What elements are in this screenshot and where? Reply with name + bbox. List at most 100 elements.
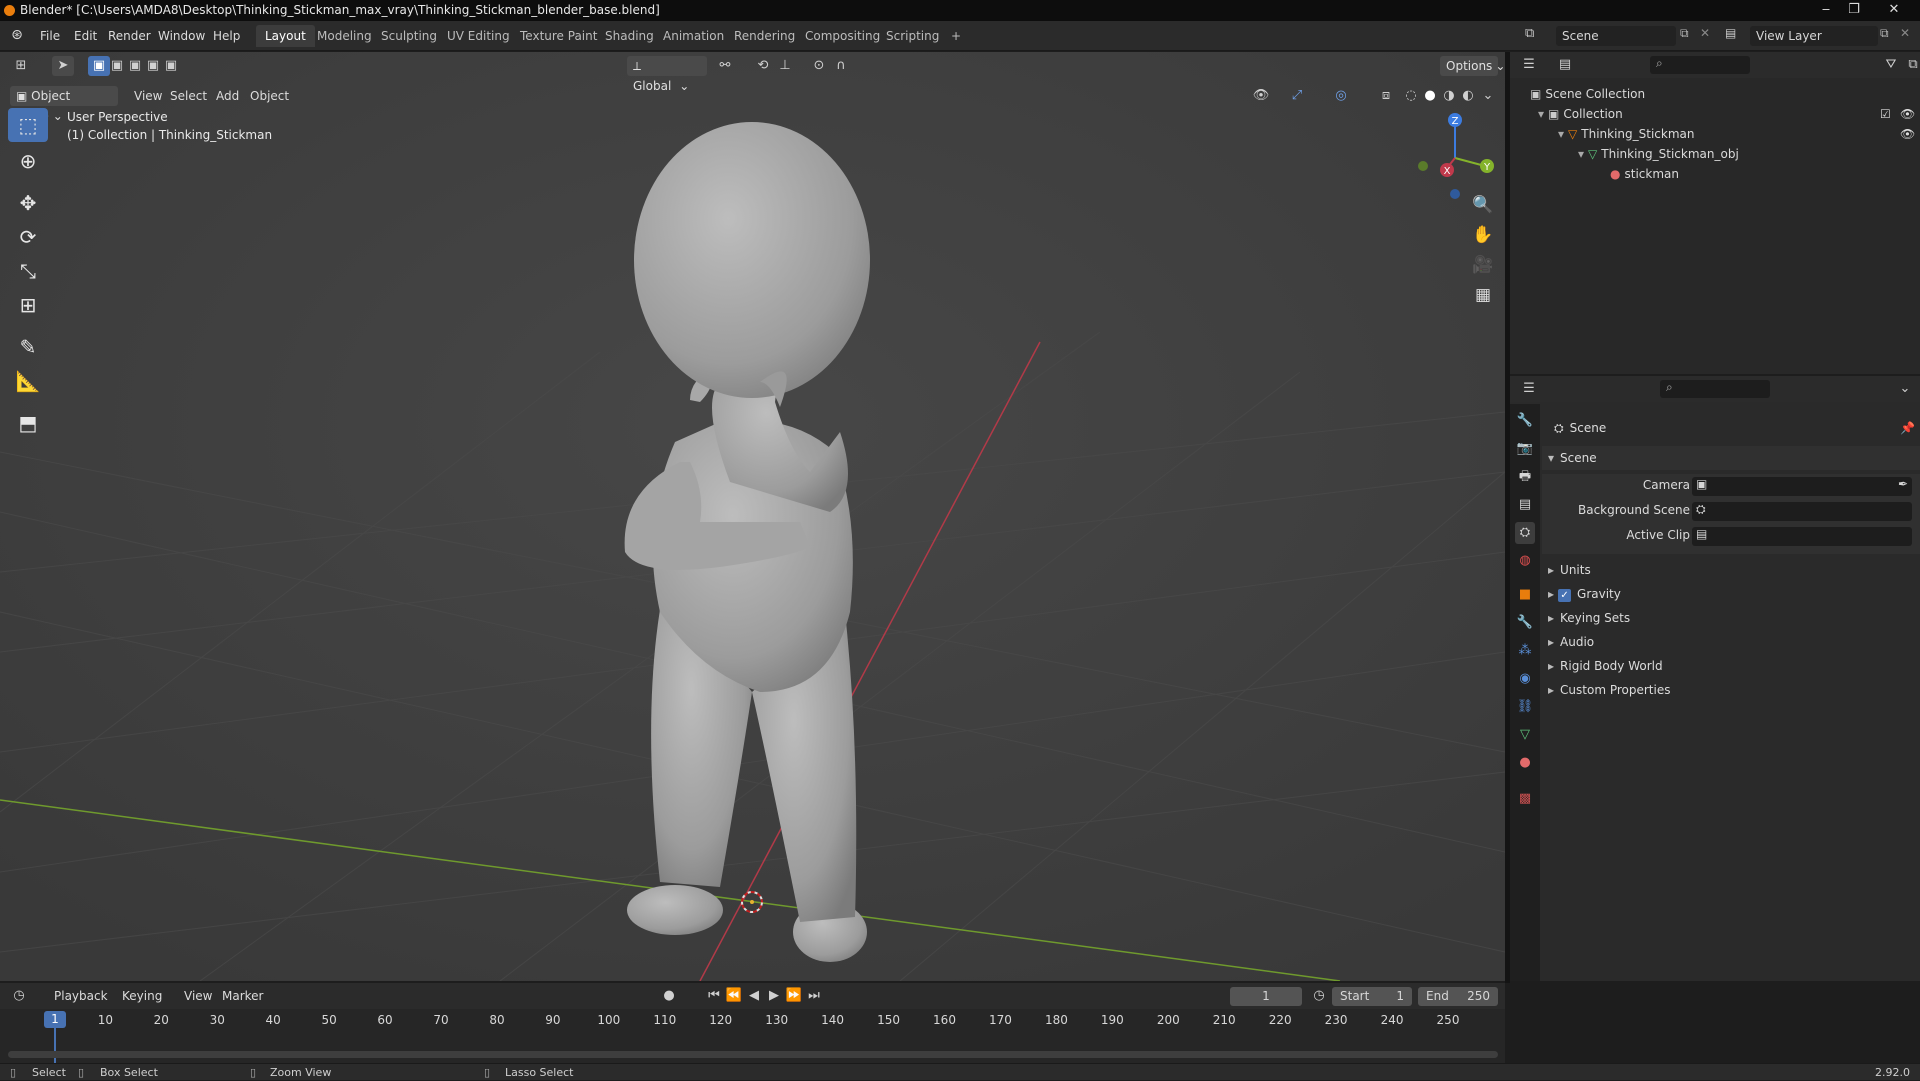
menu-help[interactable]: Help (207, 26, 246, 46)
xray-icon[interactable]: ⧈ (1375, 86, 1397, 106)
outliner-row-stickman-obj[interactable]: ▾ ▽ Thinking_Stickman_obj (1510, 144, 1920, 164)
jump-to-keyframe-forward-icon[interactable]: ⏩ (783, 986, 805, 1006)
timeline-menu-keying[interactable]: Keying (116, 986, 168, 1006)
select-box-tool-icon[interactable]: ⬚ (8, 108, 48, 142)
outliner-editor-type-icon[interactable]: ☰ (1518, 55, 1540, 75)
preview-range-icon[interactable]: ◷ (1308, 986, 1330, 1006)
visibility-icon[interactable]: 👁 (1250, 86, 1272, 106)
proportional-edit-icon[interactable]: ⊙ (808, 56, 830, 76)
camera-field[interactable]: ▣ ✒ (1692, 477, 1912, 496)
tab-compositing[interactable]: Compositing (796, 25, 889, 47)
editor-type-icon[interactable]: ⊞ (10, 56, 32, 76)
pin-icon[interactable]: 📌 (1900, 416, 1915, 440)
physics-tab-icon[interactable]: ◉ (1515, 668, 1535, 690)
playhead-frame[interactable]: 1 (44, 1011, 66, 1028)
transform-tool-icon[interactable]: ⊞ (8, 288, 48, 322)
timeline-scrollbar[interactable] (8, 1051, 1498, 1058)
scale-tool-icon[interactable]: ⤡ (8, 254, 48, 288)
tool-tab-icon[interactable]: 🔧 (1515, 410, 1535, 432)
view-layer-tab-icon[interactable]: ▤ (1515, 494, 1535, 516)
mode-dropdown[interactable]: ▣ Object Mode⌄ (10, 86, 118, 123)
scene-section-header[interactable]: ▾ Scene (1542, 446, 1920, 470)
constraints-tab-icon[interactable]: ⛓ (1515, 696, 1535, 718)
outliner-row-collection[interactable]: ▾ ▣ Collection ☑ 👁 (1510, 104, 1920, 124)
viewport-menu-view[interactable]: View (128, 86, 168, 106)
tab-modeling[interactable]: Modeling (308, 25, 381, 47)
background-scene-field[interactable]: ⛭ (1692, 502, 1912, 521)
panel-audio[interactable]: ▸ Audio (1542, 630, 1920, 654)
camera-view-icon[interactable]: 🎥 (1468, 250, 1498, 280)
properties-editor-type-icon[interactable]: ☰ (1518, 379, 1540, 399)
jump-to-keyframe-back-icon[interactable]: ⏪ (723, 986, 745, 1006)
data-tab-icon[interactable]: ▽ (1515, 724, 1535, 746)
scene-selector[interactable]: Scene (1556, 26, 1676, 46)
render-tab-icon[interactable]: 📷 (1515, 438, 1535, 460)
measure-tool-icon[interactable]: 📐 (8, 364, 48, 398)
snap-target-icon[interactable]: ⊥ (774, 56, 796, 76)
rendered-shading-icon[interactable]: ◐ (1457, 86, 1479, 106)
view-layer-icon[interactable]: ▤ (1725, 26, 1736, 40)
panel-custom-properties[interactable]: ▸ Custom Properties (1542, 678, 1920, 702)
particles-tab-icon[interactable]: ⁂ (1515, 640, 1535, 662)
viewport-menu-object[interactable]: Object (244, 86, 295, 106)
outliner-row-stickman-material[interactable]: ● stickman (1510, 164, 1920, 184)
exclude-checkbox-icon[interactable]: ☑ (1880, 104, 1891, 124)
filter-icon[interactable]: ⛛ (1880, 55, 1902, 75)
timeline-editor-type-icon[interactable]: ◷ (8, 986, 30, 1006)
tab-scripting[interactable]: Scripting (877, 25, 948, 47)
end-frame-field[interactable]: End 250 (1418, 987, 1498, 1006)
jump-to-start-icon[interactable]: ⏮ (703, 986, 725, 1006)
menu-window[interactable]: Window (152, 26, 211, 46)
3d-viewport[interactable]: ⊞ ➤ ▣ ▣ ▣ ▣ ▣ ⟂ Global ⌄ ⚯ ⟲ ⊥ ⊙ ∩ Option… (0, 52, 1505, 981)
annotate-tool-icon[interactable]: ✎ (8, 330, 48, 364)
start-frame-field[interactable]: Start 1 (1332, 987, 1412, 1006)
current-frame-field[interactable]: 1 (1230, 987, 1302, 1006)
panel-rigid-body-world[interactable]: ▸ Rigid Body World (1542, 654, 1920, 678)
eyedropper-icon[interactable]: ✒ (1898, 477, 1908, 491)
properties-search-input[interactable]: ⌕ (1660, 380, 1770, 398)
tab-animation[interactable]: Animation (654, 25, 733, 47)
jump-to-end-icon[interactable]: ⏭ (803, 986, 825, 1006)
delete-scene-icon[interactable]: ✕ (1700, 26, 1710, 40)
panel-keying-sets[interactable]: ▸ Keying Sets (1542, 606, 1920, 630)
outliner-row-scene-collection[interactable]: ▣ Scene Collection (1510, 84, 1920, 104)
select-mode-icon[interactable]: ➤ (52, 56, 74, 76)
tab-sculpting[interactable]: Sculpting (372, 25, 446, 47)
options-button[interactable]: Options ⌄ (1440, 56, 1505, 76)
menu-render[interactable]: Render (102, 26, 157, 46)
active-clip-field[interactable]: ▤ (1692, 527, 1912, 546)
gizmo-toggle-icon[interactable]: ⤢ (1286, 86, 1308, 106)
play-icon[interactable]: ▶ (763, 986, 785, 1006)
timeline-track-area[interactable]: 1102030405060708090100110120130140150160… (0, 1009, 1505, 1063)
eye-icon[interactable]: 👁 (1900, 124, 1915, 144)
ortho-grid-icon[interactable]: ▦ (1468, 280, 1498, 310)
pivot-point-icon[interactable]: ⚯ (714, 56, 736, 76)
viewport-menu-select[interactable]: Select (164, 86, 213, 106)
panel-gravity[interactable]: ▸ ✓ Gravity (1542, 582, 1920, 606)
panel-units[interactable]: ▸ Units (1542, 558, 1920, 582)
snap-icon[interactable]: ⟲ (752, 56, 774, 76)
world-tab-icon[interactable]: ◍ (1515, 550, 1535, 572)
outliner-row-thinking-stickman[interactable]: ▾ ▽ Thinking_Stickman 👁 (1510, 124, 1920, 144)
tab-texture-paint[interactable]: Texture Paint (511, 25, 606, 47)
overlays-icon[interactable]: ◎ (1330, 86, 1352, 106)
modifier-tab-icon[interactable]: 🔧 (1515, 612, 1535, 634)
outliner-search-input[interactable]: ⌕ (1650, 56, 1750, 74)
move-tool-icon[interactable]: ✥ (8, 186, 48, 220)
menu-file[interactable]: File (34, 26, 66, 46)
zoom-icon[interactable]: 🔍 (1468, 190, 1498, 220)
new-collection-icon[interactable]: ⧉ (1902, 55, 1920, 75)
gravity-checkbox[interactable]: ✓ (1558, 589, 1572, 602)
tab-shading[interactable]: Shading (596, 25, 663, 47)
cursor-tool-icon[interactable]: ⊕ (8, 144, 48, 178)
scene-icon[interactable]: ⧉ (1525, 26, 1545, 46)
timeline-menu-marker[interactable]: Marker (216, 986, 269, 1006)
object-tab-icon[interactable]: ■ (1515, 584, 1535, 606)
rotate-tool-icon[interactable]: ⟳ (8, 220, 48, 254)
maximize-button[interactable]: ❐ (1840, 0, 1868, 21)
new-scene-icon[interactable]: ⧉ (1680, 26, 1689, 41)
view-layer-selector[interactable]: View Layer (1750, 26, 1878, 46)
timeline-menu-view[interactable]: View (178, 986, 218, 1006)
output-tab-icon[interactable]: 🖶 (1515, 466, 1535, 488)
tab-layout[interactable]: Layout (256, 25, 315, 47)
